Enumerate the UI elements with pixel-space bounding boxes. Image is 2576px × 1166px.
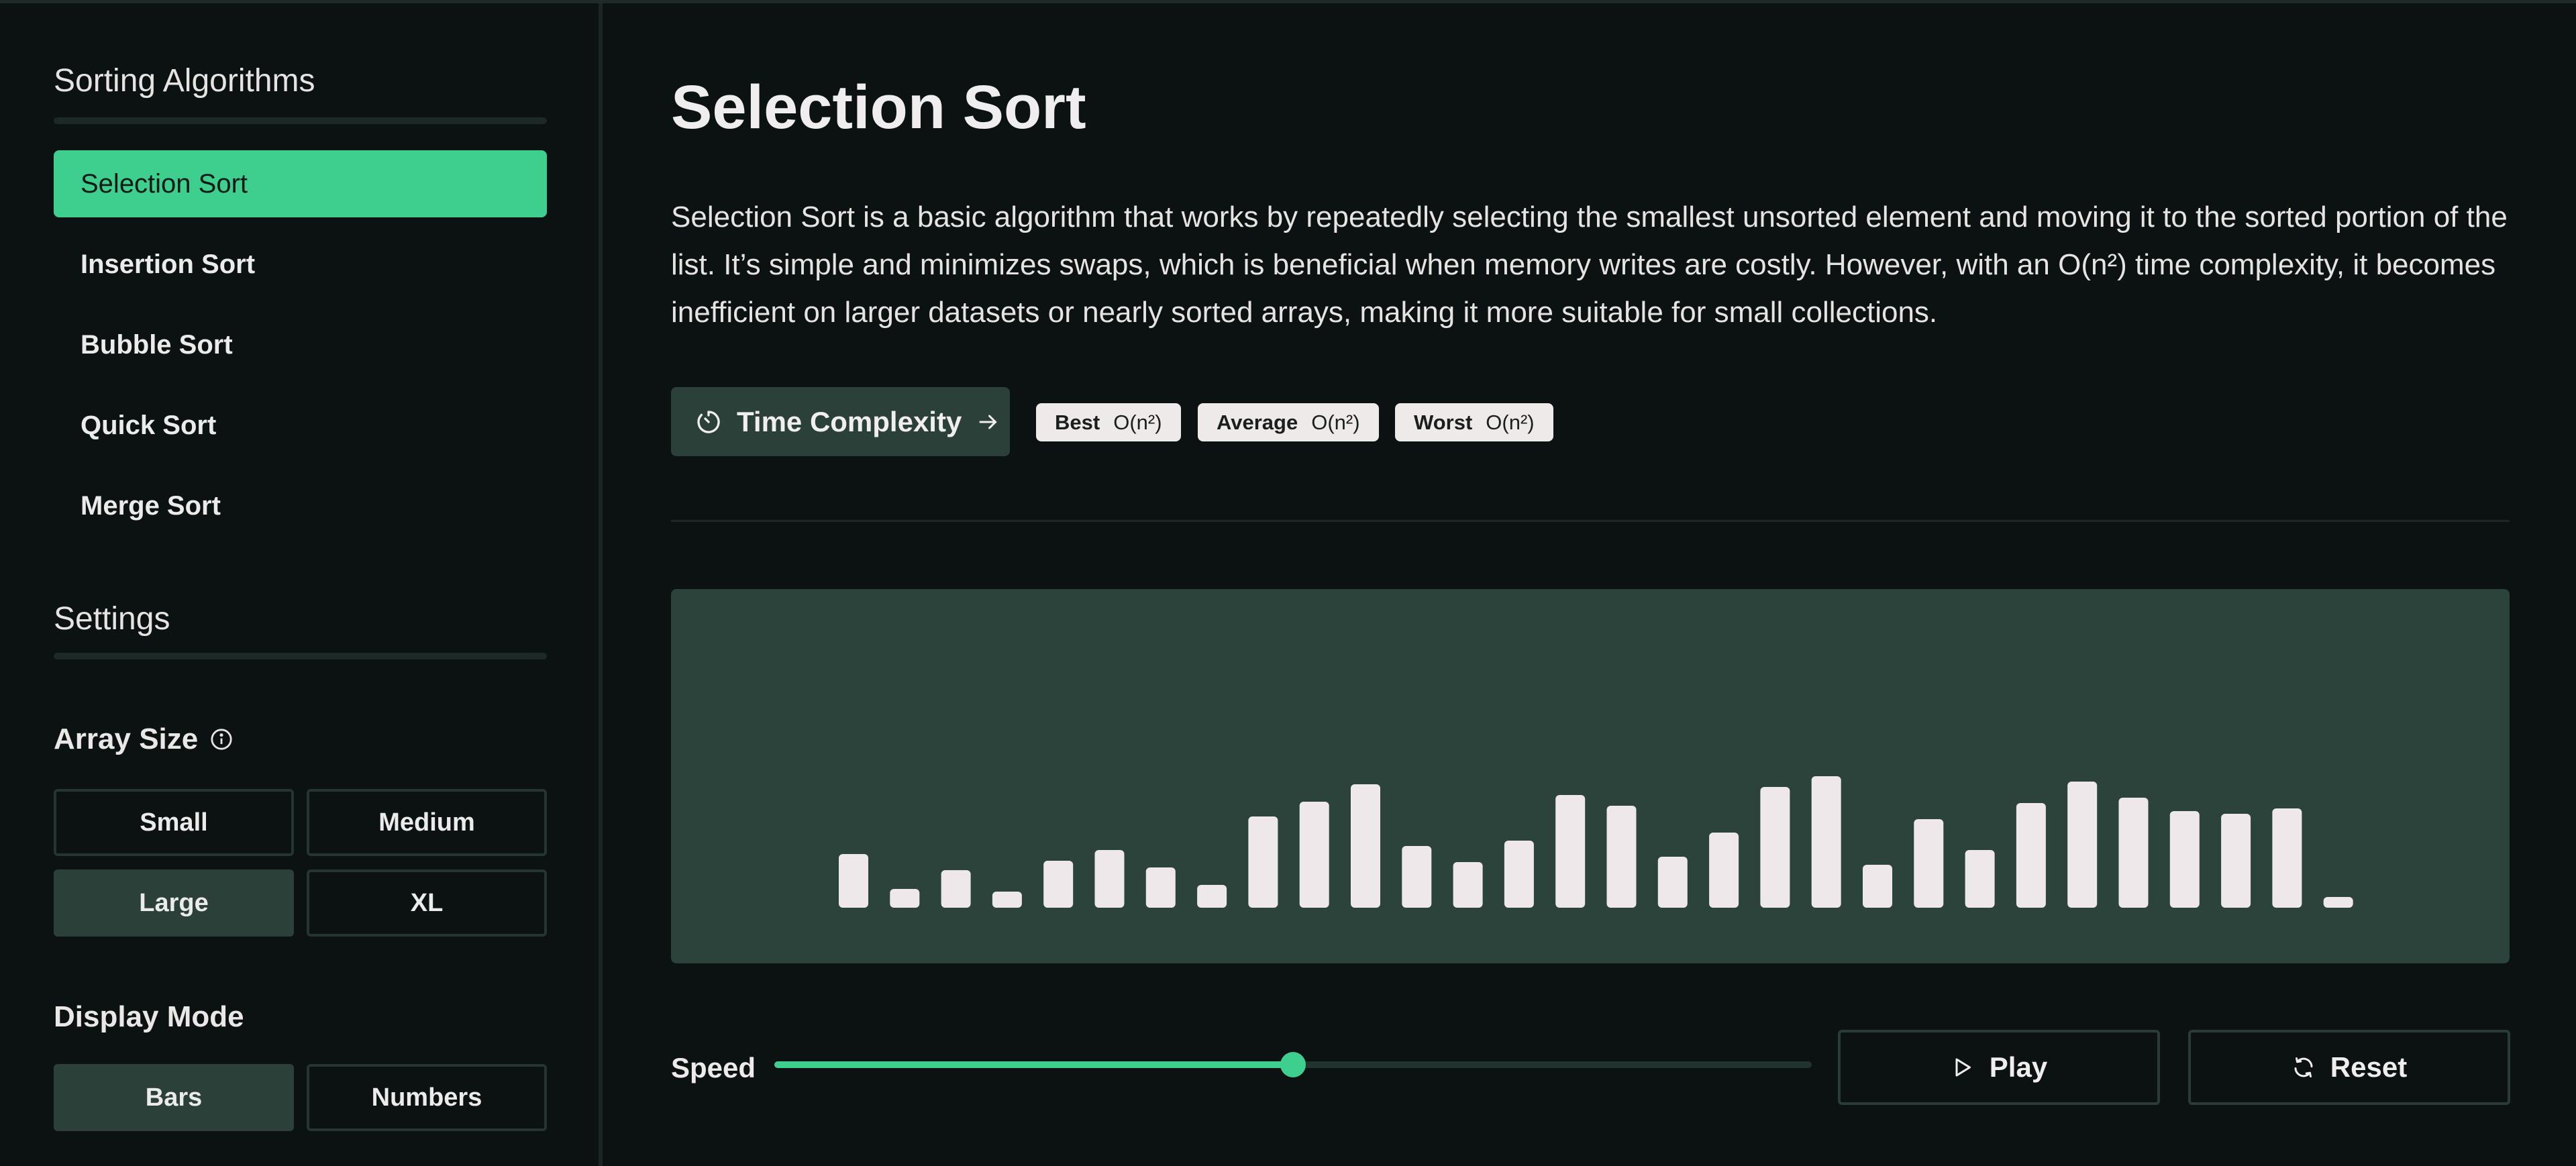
array-bar (1453, 862, 1483, 908)
array-bar (2323, 897, 2353, 908)
settings-title: Settings (54, 601, 170, 637)
array-bar (2221, 814, 2251, 908)
array-bar (1709, 833, 1739, 908)
average-complexity-badge: Average O(n²) (1198, 403, 1379, 441)
sorting-visualization-panel (671, 589, 2510, 963)
worst-complexity-badge: Worst O(n²) (1395, 403, 1553, 441)
time-complexity-button[interactable]: Time Complexity (671, 387, 1010, 456)
best-complexity-badge: Best O(n²) (1036, 403, 1181, 441)
array-bar (2272, 808, 2302, 908)
time-complexity-label: Time Complexity (737, 405, 962, 437)
badge-value: O(n²) (1311, 410, 1360, 434)
array-bar (1657, 857, 1688, 908)
array-bar (1197, 885, 1227, 908)
sidebar-item-insertion-sort[interactable]: Insertion Sort (54, 231, 547, 298)
sidebar-item-bubble-sort[interactable]: Bubble Sort (54, 311, 547, 378)
array-size-small-button[interactable]: Small (54, 789, 294, 856)
badge-label: Worst (1414, 410, 1473, 434)
page-title: Selection Sort (671, 73, 1086, 142)
array-size-label: Array Size (54, 723, 199, 755)
array-bar (992, 892, 1022, 908)
array-bar (839, 854, 868, 908)
array-size-heading: Array Size (54, 723, 233, 756)
array-bar (1914, 819, 1944, 908)
array-bar (1811, 776, 1841, 908)
play-button[interactable]: Play (1838, 1030, 2160, 1105)
array-bar (2118, 798, 2149, 908)
array-bar (1760, 787, 1790, 908)
reset-button[interactable]: Reset (2188, 1030, 2510, 1105)
array-bar (1555, 795, 1586, 908)
array-bar (1402, 846, 1432, 908)
array-bar (1351, 784, 1380, 908)
reset-label: Reset (2330, 1051, 2408, 1083)
array-bar (1606, 806, 1637, 908)
badge-label: Best (1055, 410, 1100, 434)
speed-slider-fill (774, 1061, 1293, 1068)
array-bar (890, 889, 920, 908)
array-bar (2067, 782, 2098, 908)
speed-label: Speed (671, 1052, 756, 1083)
sidebar-item-selection-sort[interactable]: Selection Sort (54, 150, 547, 217)
sorting-algorithms-title: Sorting Algorithms (54, 63, 315, 99)
refresh-icon (2294, 1057, 2313, 1077)
arrow-right-icon (979, 415, 997, 429)
play-label: Play (1989, 1051, 2048, 1083)
badge-label: Average (1217, 410, 1298, 434)
array-bar (1094, 850, 1125, 908)
bars-chart (839, 776, 2353, 908)
array-size-xl-button[interactable]: XL (307, 869, 547, 937)
array-bar (1965, 850, 1995, 908)
array-bar (1299, 802, 1329, 908)
display-mode-heading: Display Mode (54, 1000, 244, 1033)
array-size-medium-button[interactable]: Medium (307, 789, 547, 856)
badge-value: O(n²) (1486, 410, 1535, 434)
info-icon[interactable] (210, 728, 233, 751)
array-bar (2016, 803, 2046, 908)
content-divider (671, 520, 2510, 522)
display-mode-bars-button[interactable]: Bars (54, 1064, 294, 1131)
array-bar (1863, 865, 1892, 908)
array-bar (1043, 861, 1074, 908)
array-size-large-button[interactable]: Large (54, 869, 294, 937)
array-bar (2169, 811, 2200, 908)
array-bar (1248, 816, 1278, 908)
sidebar-item-quick-sort[interactable]: Quick Sort (54, 392, 547, 459)
speed-slider[interactable] (774, 1052, 1812, 1077)
timer-icon (697, 410, 720, 433)
speed-slider-thumb[interactable] (1280, 1052, 1306, 1077)
sidebar: Sorting Algorithms Selection Sort Insert… (0, 3, 603, 1166)
array-bar (1504, 841, 1534, 908)
section-divider (54, 117, 547, 124)
algorithm-description: Selection Sort is a basic algorithm that… (671, 201, 2508, 329)
main-content: Selection Sort Selection Sort is a basic… (607, 3, 2576, 1166)
array-bar (1145, 867, 1176, 908)
display-mode-numbers-button[interactable]: Numbers (307, 1064, 547, 1131)
play-icon (1955, 1058, 1971, 1077)
section-divider (54, 653, 547, 659)
array-bar (941, 870, 971, 908)
sidebar-item-merge-sort[interactable]: Merge Sort (54, 472, 547, 539)
badge-value: O(n²) (1113, 410, 1162, 434)
